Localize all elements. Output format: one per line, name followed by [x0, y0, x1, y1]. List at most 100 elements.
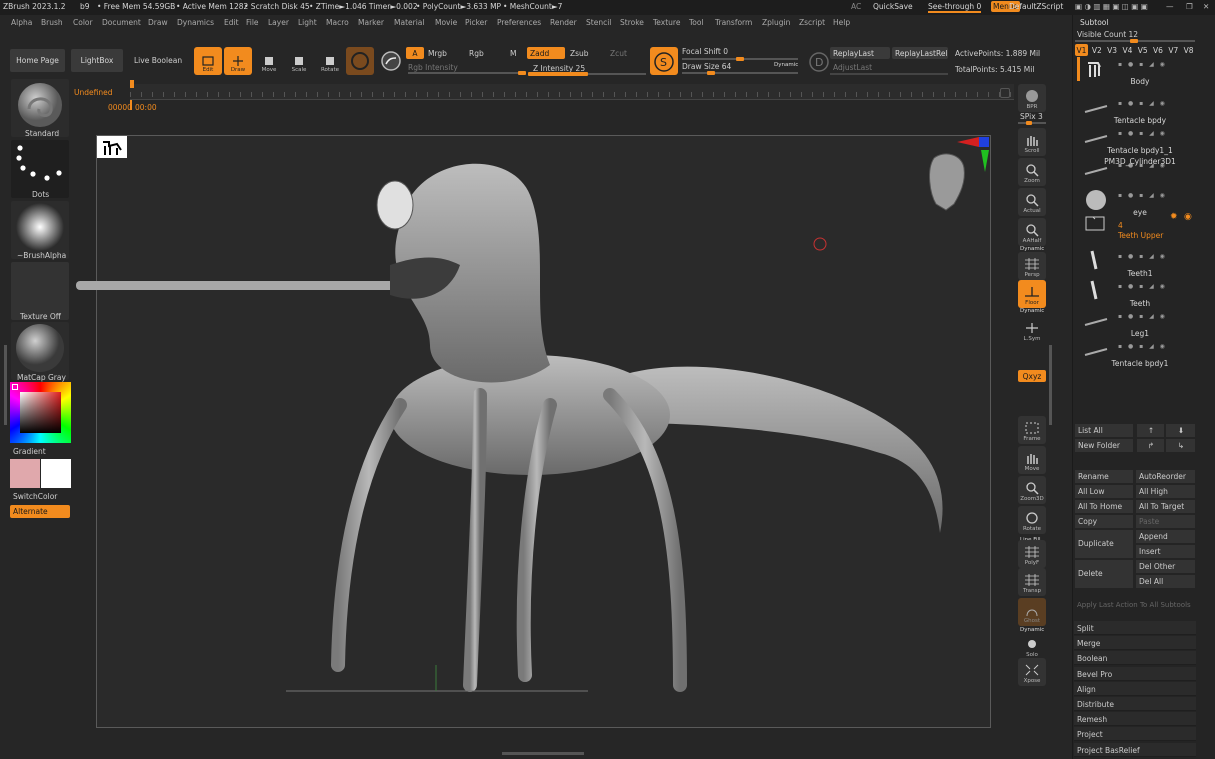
- all-to-target-button[interactable]: All To Target: [1136, 500, 1195, 513]
- scale-button[interactable]: Scale: [285, 47, 313, 75]
- focal-shift-slider[interactable]: Focal Shift 0: [682, 47, 728, 56]
- subtool-controls-icon[interactable]: ▪ ● ▪ ◢ ◉: [1118, 253, 1167, 260]
- see-through-slider[interactable]: See-through 0: [928, 2, 982, 13]
- version-v2-button[interactable]: V2: [1090, 44, 1103, 56]
- polyf-button[interactable]: PolyF: [1018, 540, 1046, 568]
- section-remesh[interactable]: Remesh: [1074, 712, 1196, 727]
- version-v4-button[interactable]: V4: [1121, 44, 1134, 56]
- menu-tool[interactable]: Tool: [689, 18, 704, 27]
- zoom3d-button[interactable]: Zoom3D: [1018, 476, 1046, 504]
- menu-stroke[interactable]: Stroke: [620, 18, 644, 27]
- all-to-home-button[interactable]: All To Home: [1075, 500, 1133, 513]
- version-v6-button[interactable]: V6: [1152, 44, 1165, 56]
- rotate-button[interactable]: Rotate: [1018, 506, 1046, 534]
- secondary-color-swatch[interactable]: [41, 459, 71, 488]
- subtool-item[interactable]: ▪ ● ▪ ◢ ◉ Teeth: [1084, 279, 1196, 309]
- rotate-button[interactable]: Rotate: [316, 47, 344, 75]
- menu-marker[interactable]: Marker: [358, 18, 384, 27]
- zoom-button[interactable]: Zoom: [1018, 158, 1046, 186]
- section-project-basrelief[interactable]: Project BasRelief: [1074, 742, 1196, 757]
- subtool-item[interactable]: ▪ ● ▪ ◢ ◉ Tentacle bpdy1_1: [1084, 126, 1196, 156]
- adjust-last-track[interactable]: [830, 73, 948, 75]
- menu-edit[interactable]: Edit: [224, 18, 239, 27]
- bottom-scroll-handle[interactable]: [502, 752, 584, 755]
- timeline-toggle-icon[interactable]: [1000, 88, 1010, 98]
- subtool-item[interactable]: ▪ ● ▪ ◢ ◉ PM3D_Cylinder3D1: [1084, 157, 1196, 188]
- a-button[interactable]: A: [406, 47, 424, 59]
- z-intensity-track[interactable]: [528, 72, 646, 76]
- m-button[interactable]: M: [510, 49, 516, 58]
- live-boolean-button[interactable]: Live Boolean: [134, 56, 182, 65]
- version-v3-button[interactable]: V3: [1106, 44, 1119, 56]
- del-other-button[interactable]: Del Other: [1136, 560, 1195, 573]
- color-square[interactable]: [20, 392, 61, 433]
- menu-macro[interactable]: Macro: [326, 18, 349, 27]
- paste-button[interactable]: Paste: [1136, 515, 1195, 528]
- section-distribute[interactable]: Distribute: [1074, 697, 1196, 711]
- alternate-button[interactable]: Alternate: [10, 505, 70, 518]
- move-up-button[interactable]: ↑: [1137, 424, 1164, 437]
- menu-movie[interactable]: Movie: [435, 18, 457, 27]
- all-low-button[interactable]: All Low: [1075, 485, 1133, 498]
- list-all-button[interactable]: List All: [1075, 424, 1133, 437]
- eye-icon[interactable]: ◉: [1184, 212, 1192, 222]
- menu-picker[interactable]: Picker: [465, 18, 487, 27]
- restore-icon[interactable]: ❐: [1186, 2, 1193, 11]
- rgb-intensity-slider[interactable]: Rgb Intensity: [408, 63, 458, 72]
- timeline-track[interactable]: [130, 84, 1014, 100]
- subtool-controls-icon[interactable]: ▪ ● ▪ ◢ ◉: [1118, 313, 1167, 320]
- move-down-button[interactable]: ⬇: [1166, 424, 1195, 437]
- menu-texture[interactable]: Texture: [653, 18, 680, 27]
- solo-button[interactable]: Solo: [1018, 632, 1046, 660]
- redo-icon-button[interactable]: ↱: [1137, 439, 1164, 452]
- bpr-button[interactable]: BPR: [1018, 84, 1046, 112]
- gradient-label[interactable]: Gradient: [13, 447, 46, 456]
- section-split[interactable]: Split: [1074, 621, 1196, 635]
- spix-track[interactable]: [1018, 121, 1046, 125]
- gear-icon[interactable]: ✹: [1170, 212, 1178, 222]
- subtool-item[interactable]: ▪ ● ▪ ◢ ◉ Tentacle bpdy1: [1084, 339, 1196, 369]
- menu-zscript[interactable]: Zscript: [799, 18, 825, 27]
- section-project[interactable]: Project: [1074, 727, 1196, 742]
- subtool-controls-icon[interactable]: ▪ ● ▪ ◢ ◉: [1118, 61, 1167, 68]
- home-page-button[interactable]: Home Page: [10, 49, 65, 72]
- visible-count-slider[interactable]: Visible Count 12: [1077, 30, 1138, 39]
- matcap-thumb[interactable]: [11, 322, 69, 380]
- subtool-item[interactable]: ▪ ● ▪ ◢ ◉ Tentacle bpdy: [1084, 96, 1196, 126]
- creature-model[interactable]: [70, 135, 990, 728]
- subtool-item[interactable]: ▪ ● ▪ ◢ ◉ Body: [1084, 57, 1196, 87]
- draw-button[interactable]: Draw: [224, 47, 252, 75]
- menu-transform[interactable]: Transform: [715, 18, 752, 27]
- menu-light[interactable]: Light: [298, 18, 317, 27]
- left-scroll-handle[interactable]: [4, 345, 7, 425]
- menu-layer[interactable]: Layer: [268, 18, 289, 27]
- menu-alpha[interactable]: Alpha: [11, 18, 32, 27]
- menu-color[interactable]: Color: [73, 18, 93, 27]
- menu-zplugin[interactable]: Zplugin: [762, 18, 790, 27]
- menu-document[interactable]: Document: [102, 18, 141, 27]
- replay-last-button[interactable]: ReplayLast: [830, 47, 890, 59]
- rgb-intensity-track[interactable]: [408, 71, 526, 75]
- focal-shift-track[interactable]: [682, 57, 798, 61]
- subtool-controls-icon[interactable]: ▪ ● ▪ ◢ ◉: [1118, 343, 1167, 350]
- l-sym-button[interactable]: L.Sym: [1018, 316, 1046, 344]
- draw-size-slider[interactable]: Draw Size 64: [682, 62, 731, 71]
- stroke-type-button[interactable]: S: [650, 47, 678, 75]
- ac-label[interactable]: AC: [851, 2, 861, 11]
- edit-button[interactable]: Edit: [194, 47, 222, 75]
- insert-button[interactable]: Insert: [1136, 545, 1195, 558]
- all-high-button[interactable]: All High: [1136, 485, 1195, 498]
- zsub-button[interactable]: Zsub: [570, 49, 589, 58]
- default-zscript[interactable]: DefaultZScript: [1009, 2, 1063, 11]
- mrgb-button[interactable]: Mrgb: [428, 49, 447, 58]
- subtool-item[interactable]: ▪ ● ▪ ◢ ◉ Leg1: [1084, 309, 1196, 339]
- duplicate-button[interactable]: Duplicate: [1075, 530, 1133, 558]
- auto-reorder-button[interactable]: AutoReorder: [1136, 470, 1195, 483]
- brush-stroke-button[interactable]: [377, 47, 405, 75]
- section-align[interactable]: Align: [1074, 681, 1196, 696]
- append-button[interactable]: Append: [1136, 530, 1195, 543]
- spix-slider[interactable]: SPix 3: [1020, 112, 1043, 121]
- menu-file[interactable]: File: [246, 18, 259, 27]
- xpose-button[interactable]: Xpose: [1018, 658, 1046, 686]
- scroll-button[interactable]: Scroll: [1018, 128, 1046, 156]
